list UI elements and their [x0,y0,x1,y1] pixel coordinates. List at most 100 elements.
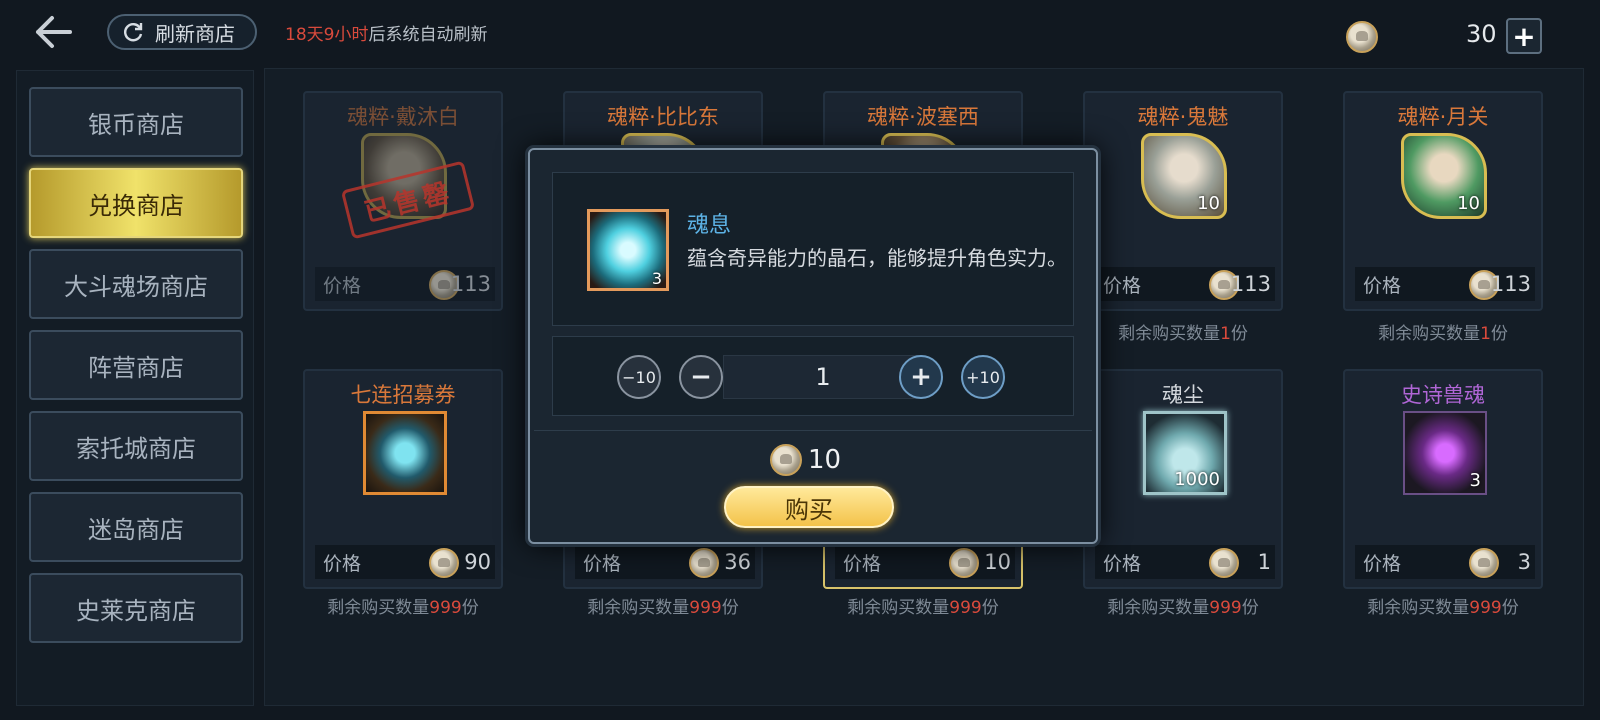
price-label: 价格 [1103,552,1142,575]
item-name: 魂粹·比比东 [607,105,719,129]
coin-icon [689,548,719,578]
remain-value: 999 [1209,598,1242,618]
item-name: 魂粹·戴沐白 [347,105,459,129]
soul-breath-crystal-icon: 3 [587,209,669,291]
item-name: 魂尘 [1162,383,1204,407]
add-currency-button[interactable]: + [1506,18,1542,54]
buy-button[interactable]: 购买 [724,486,894,528]
shop-item-card[interactable]: 七连招募券 价格 90 [303,369,503,589]
price-bar: 价格 1 [1095,545,1275,579]
item-name: 魂粹·波塞西 [867,105,979,129]
remaining-count: 剩余购买数量999份 [1083,593,1283,618]
remain-suffix: 份 [1241,598,1259,618]
sidebar-item-label: 银币商店 [88,110,184,139]
remain-prefix: 剩余购买数量 [847,598,950,618]
remaining-count: 剩余购买数量1份 [1083,319,1283,344]
coin-icon [770,444,802,476]
price-value: 36 [724,550,751,574]
remaining-count: 剩余购买数量999份 [303,593,503,618]
remain-prefix: 剩余购买数量 [1118,324,1221,344]
price-value: 1 [1257,550,1271,574]
coin-icon [1209,548,1239,578]
shop-item-card[interactable]: 魂粹·戴沐白 已售罄 价格 113 [303,91,503,311]
price-bar: 价格 113 [315,267,495,301]
price-label: 价格 [843,552,882,575]
remain-prefix: 剩余购买数量 [327,598,430,618]
item-name: 七连招募券 [350,383,456,407]
price-value: 113 [450,272,491,296]
sidebar-item-island-shop[interactable]: 迷岛商店 [29,492,243,562]
price-bar: 价格 90 [315,545,495,579]
refresh-label: 刷新商店 [155,21,235,46]
sidebar-item-label: 阵营商店 [88,353,184,382]
sidebar-item-label: 大斗魂场商店 [64,272,208,301]
plus-one-button[interactable]: + [899,355,943,399]
shop-item-card[interactable]: 史诗兽魂 3 价格 3 [1343,369,1543,589]
refresh-shop-button[interactable]: 刷新商店 [107,14,257,50]
remain-suffix: 份 [1501,598,1519,618]
remain-suffix: 份 [1230,324,1248,344]
remain-value: 1 [1220,324,1231,344]
remain-value: 999 [949,598,982,618]
price-value: 10 [984,550,1011,574]
price-label: 价格 [583,552,622,575]
item-quantity: 1000 [1174,469,1220,490]
price-label: 价格 [1103,274,1142,297]
item-name: 魂粹·鬼魅 [1137,105,1229,129]
sidebar-item-faction-shop[interactable]: 阵营商店 [29,330,243,400]
dialog-item-description: 蕴含奇异能力的晶石，能够提升角色实力。 [687,246,1067,270]
sidebar-item-label: 索托城商店 [76,434,196,463]
minus-one-button[interactable]: − [679,355,723,399]
remain-prefix: 剩余购买数量 [1107,598,1210,618]
sidebar-item-sotto-shop[interactable]: 索托城商店 [29,411,243,481]
price-value: 3 [1517,550,1531,574]
refresh-icon [124,23,143,42]
price-bar: 价格 10 [835,545,1015,579]
plus-ten-button[interactable]: +10 [961,355,1005,399]
purchase-dialog-panel: 3 魂息 蕴含奇异能力的晶石，能够提升角色实力。 −10 − 1 + +10 1… [528,148,1098,544]
price-label: 价格 [1363,552,1402,575]
sidebar-item-label: 迷岛商店 [88,515,184,544]
purchase-cost: 10 [770,442,841,478]
remain-value: 999 [429,598,462,618]
remain-suffix: 份 [981,598,999,618]
back-arrow-icon [36,16,72,48]
item-quantity: 3 [651,269,662,288]
price-bar: 价格 3 [1355,545,1535,579]
sidebar-item-silver-shop[interactable]: 银币商店 [29,87,243,157]
coin-icon [1469,548,1499,578]
coin-icon [949,548,979,578]
item-portrait-icon: 10 [1401,133,1487,219]
sidebar-item-shrek-shop[interactable]: 史莱克商店 [29,573,243,643]
quantity-input[interactable]: 1 [723,355,923,399]
price-label: 价格 [1363,274,1402,297]
remain-value: 1 [1480,324,1491,344]
top-bar: 刷新商店 18天9小时后系统自动刷新 30 + [0,0,1600,66]
currency-coin-icon [1346,21,1378,53]
item-quantity: 10 [1457,193,1480,214]
item-quantity: 3 [1469,470,1481,491]
item-name: 魂粹·月关 [1397,105,1489,129]
price-value: 113 [1230,272,1271,296]
price-bar: 价格 36 [575,545,755,579]
shop-item-card[interactable]: 魂尘 1000 价格 1 [1083,369,1283,589]
back-button[interactable] [32,14,76,50]
sidebar-item-arena-shop[interactable]: 大斗魂场商店 [29,249,243,319]
minus-ten-button[interactable]: −10 [617,355,661,399]
cost-value: 10 [808,445,842,475]
remain-value: 999 [1469,598,1502,618]
sidebar-item-label: 史莱克商店 [76,596,196,625]
shop-item-card[interactable]: 魂粹·月关 10 价格 113 [1343,91,1543,311]
epic-beast-soul-icon: 3 [1403,411,1487,495]
refresh-timer-note: 18天9小时后系统自动刷新 [285,20,487,45]
remain-value: 999 [689,598,722,618]
price-bar: 价格 113 [1355,267,1535,301]
shop-item-card[interactable]: 魂粹·鬼魅 10 价格 113 [1083,91,1283,311]
dialog-divider [534,430,1092,431]
item-portrait-icon: 10 [1141,133,1227,219]
refresh-time: 18天9小时 [285,25,369,45]
price-label: 价格 [323,274,362,297]
sidebar-item-exchange-shop[interactable]: 兑换商店 [29,168,243,238]
remaining-count: 剩余购买数量999份 [563,593,763,618]
remain-prefix: 剩余购买数量 [1367,598,1470,618]
